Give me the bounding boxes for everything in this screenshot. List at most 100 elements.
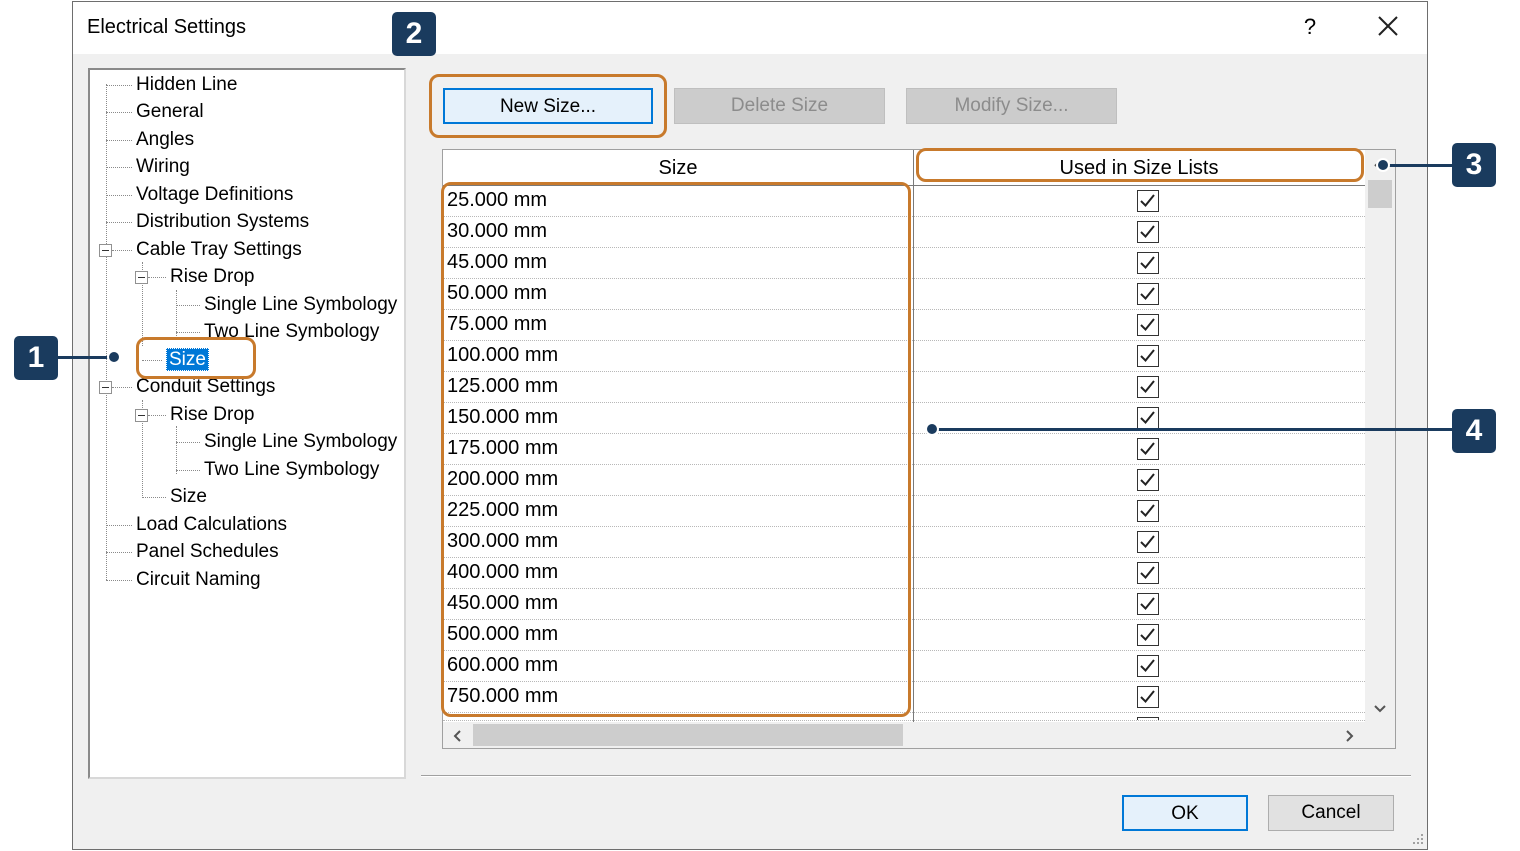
horizontal-scrollbar[interactable] <box>443 722 1395 748</box>
checkmark-icon <box>1140 411 1155 424</box>
tree-item-conduit-rise-drop[interactable]: Rise Drop <box>170 403 254 427</box>
callout-dot <box>925 422 939 436</box>
tree-item-label: Load Calculations <box>136 514 288 535</box>
tree-item-distribution-systems[interactable]: Distribution Systems <box>136 210 309 234</box>
tree-item-cable-tray-rise-drop[interactable]: Rise Drop <box>170 265 254 289</box>
scroll-left-icon[interactable] <box>452 727 462 748</box>
tree-item-conduit-two-line[interactable]: Two Line Symbology <box>204 458 379 482</box>
tree-line <box>106 525 132 526</box>
tree-item-hidden-line[interactable]: Hidden Line <box>136 73 237 97</box>
tree-line <box>176 470 200 471</box>
tree-line <box>142 497 166 498</box>
tree-item-load-calculations[interactable]: Load Calculations <box>136 513 287 537</box>
tree-line <box>148 415 166 416</box>
resize-grip-icon[interactable] <box>1411 832 1425 846</box>
checkmark-icon <box>1140 566 1155 579</box>
delete-size-button[interactable]: Delete Size <box>674 88 885 124</box>
tree-line <box>176 332 200 333</box>
checkmark-icon <box>1140 504 1155 517</box>
checkmark-icon <box>1140 597 1155 610</box>
vertical-scroll-thumb[interactable] <box>1368 180 1392 208</box>
tree-item-cable-tray-settings[interactable]: Cable Tray Settings <box>136 238 302 262</box>
tree-item-angles[interactable]: Angles <box>136 128 194 152</box>
tree-item-label: Conduit Settings <box>136 376 276 397</box>
used-in-size-lists-checkbox[interactable] <box>1137 252 1159 274</box>
tree-item-label: Voltage Definitions <box>136 184 294 205</box>
checkmark-icon <box>1140 318 1155 331</box>
callout-2: 2 <box>392 12 436 56</box>
tree-line <box>106 140 132 141</box>
used-in-size-lists-checkbox[interactable] <box>1137 624 1159 646</box>
collapse-icon[interactable] <box>135 271 148 284</box>
tree-line <box>112 250 132 251</box>
used-in-size-lists-checkbox[interactable] <box>1137 221 1159 243</box>
scroll-right-icon[interactable] <box>1345 727 1355 748</box>
checkmark-icon <box>1140 473 1155 486</box>
tree-line <box>176 305 200 306</box>
footer-separator <box>421 775 1411 777</box>
tree-line <box>106 85 132 86</box>
used-in-size-lists-checkbox[interactable] <box>1137 717 1159 720</box>
highlight-new-size-button <box>429 74 667 138</box>
tree-item-label: Two Line Symbology <box>204 459 380 480</box>
tree-item-wiring[interactable]: Wiring <box>136 155 190 179</box>
checkmark-icon <box>1140 659 1155 672</box>
collapse-icon[interactable] <box>99 381 112 394</box>
used-in-size-lists-checkbox[interactable] <box>1137 469 1159 491</box>
horizontal-scroll-thumb[interactable] <box>473 724 903 746</box>
tree-line <box>112 387 132 388</box>
used-in-size-lists-checkbox[interactable] <box>1137 686 1159 708</box>
used-in-size-lists-checkbox[interactable] <box>1137 438 1159 460</box>
tree-item-label: Rise Drop <box>170 266 255 287</box>
checkmark-icon <box>1140 287 1155 300</box>
used-in-size-lists-checkbox[interactable] <box>1137 593 1159 615</box>
callout-dot <box>107 350 121 364</box>
ok-button[interactable]: OK <box>1122 795 1248 831</box>
tree-line <box>106 84 107 580</box>
tree-item-circuit-naming[interactable]: Circuit Naming <box>136 568 261 592</box>
vertical-scrollbar[interactable] <box>1365 150 1395 722</box>
collapse-icon[interactable] <box>99 244 112 257</box>
used-in-size-lists-checkbox[interactable] <box>1137 190 1159 212</box>
tree-item-conduit-size[interactable]: Size <box>170 485 207 509</box>
used-in-size-lists-checkbox[interactable] <box>1137 376 1159 398</box>
tree-item-label: General <box>136 101 204 122</box>
tree-item-voltage-definitions[interactable]: Voltage Definitions <box>136 183 293 207</box>
tree-item-general[interactable]: General <box>136 100 204 124</box>
callout-leader <box>1388 164 1452 167</box>
tree-item-label: Rise Drop <box>170 404 255 425</box>
tree-item-panel-schedules[interactable]: Panel Schedules <box>136 540 279 564</box>
modify-size-button[interactable]: Modify Size... <box>906 88 1117 124</box>
callout-4: 4 <box>1452 409 1496 453</box>
tree-item-label: Hidden Line <box>136 74 238 95</box>
tree-line <box>176 426 177 474</box>
tree-line <box>176 290 177 338</box>
used-in-size-lists-checkbox[interactable] <box>1137 283 1159 305</box>
used-in-size-lists-checkbox[interactable] <box>1137 500 1159 522</box>
tree-item-conduit-single-line[interactable]: Single Line Symbology <box>204 430 397 454</box>
tree-line <box>106 222 132 223</box>
used-in-size-lists-checkbox[interactable] <box>1137 345 1159 367</box>
column-header-size[interactable]: Size <box>443 150 913 186</box>
highlight-used-in-size-lists <box>916 148 1364 182</box>
used-in-size-lists-checkbox[interactable] <box>1137 314 1159 336</box>
cancel-button[interactable]: Cancel <box>1268 795 1394 831</box>
used-in-size-lists-checkbox[interactable] <box>1137 562 1159 584</box>
callout-leader <box>934 428 1452 431</box>
highlight-size-item <box>136 337 256 379</box>
tree-item-label: Wiring <box>136 156 190 177</box>
callout-dot <box>1376 158 1390 172</box>
used-in-size-lists-checkbox[interactable] <box>1137 407 1159 429</box>
close-button[interactable] <box>1370 12 1406 42</box>
settings-tree[interactable]: Hidden Line General Angles Wiring Voltag… <box>88 68 406 779</box>
collapse-icon[interactable] <box>135 409 148 422</box>
used-in-size-lists-checkbox[interactable] <box>1137 655 1159 677</box>
scroll-down-icon[interactable] <box>1373 698 1387 719</box>
tree-line <box>176 442 200 443</box>
help-button[interactable]: ? <box>1295 12 1325 42</box>
highlight-size-column <box>441 182 911 717</box>
tree-line <box>106 580 132 581</box>
tree-line <box>106 195 132 196</box>
tree-item-cable-tray-single-line[interactable]: Single Line Symbology <box>204 293 397 317</box>
used-in-size-lists-checkbox[interactable] <box>1137 531 1159 553</box>
